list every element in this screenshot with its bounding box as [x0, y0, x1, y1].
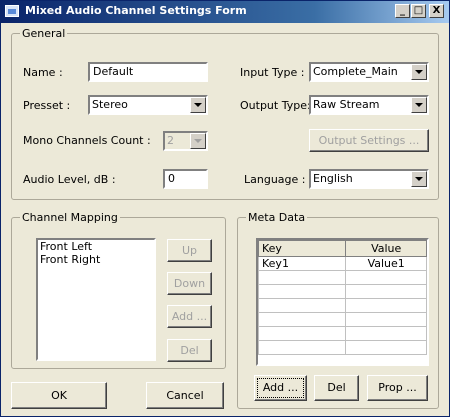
- preset-select[interactable]: Stereo: [88, 95, 208, 115]
- ok-button[interactable]: OK: [11, 382, 107, 409]
- mono-channels-label: Mono Channels Count :: [23, 134, 151, 147]
- language-select[interactable]: English: [309, 169, 429, 189]
- minimize-button[interactable]: _: [395, 4, 410, 18]
- chevron-down-icon: [190, 133, 206, 149]
- table-cell-value[interactable]: Value1: [345, 256, 427, 271]
- table-row: [258, 312, 427, 327]
- mono-channels-value: 2: [167, 134, 174, 147]
- column-header-value[interactable]: Value: [345, 240, 427, 257]
- chevron-down-icon[interactable]: [411, 97, 427, 113]
- prop-meta-button[interactable]: Prop ...: [367, 375, 428, 401]
- add-meta-button[interactable]: Add ...: [254, 375, 307, 401]
- table-row: [258, 270, 427, 285]
- list-item[interactable]: Front Left: [38, 240, 154, 253]
- table-row: [258, 340, 427, 355]
- meta-data-legend: Meta Data: [248, 211, 306, 224]
- title-bar[interactable]: Mixed Audio Channel Settings Form _ □ X: [1, 1, 449, 23]
- table-row: [258, 326, 427, 341]
- channel-list[interactable]: Front Left Front Right: [36, 238, 156, 361]
- down-button[interactable]: Down: [167, 272, 212, 295]
- audio-level-input[interactable]: 0: [163, 169, 208, 189]
- window-title: Mixed Audio Channel Settings Form: [25, 4, 247, 17]
- app-window-icon: [5, 5, 19, 17]
- table-cell-key[interactable]: Key1: [258, 256, 347, 271]
- meta-data-table[interactable]: Key Value Key1 Value1: [256, 238, 429, 366]
- table-row[interactable]: Key1 Value1: [258, 256, 427, 271]
- channel-mapping-legend: Channel Mapping: [22, 211, 118, 224]
- general-legend: General: [22, 27, 66, 40]
- name-label: Name :: [23, 66, 63, 79]
- add-channel-button[interactable]: Add ...: [167, 305, 212, 328]
- mixed-audio-settings-window: Mixed Audio Channel Settings Form _ □ X …: [0, 0, 450, 417]
- input-type-label: Input Type :: [240, 66, 305, 79]
- input-type-value: Complete_Main: [313, 65, 398, 78]
- output-type-label: Output Type:: [240, 99, 311, 112]
- name-input[interactable]: Default: [88, 62, 208, 82]
- chevron-down-icon[interactable]: [190, 97, 206, 113]
- table-row: [258, 298, 427, 313]
- list-item[interactable]: Front Right: [38, 253, 154, 266]
- close-button[interactable]: X: [429, 4, 444, 18]
- table-row: [258, 284, 427, 299]
- del-channel-button[interactable]: Del: [167, 339, 212, 362]
- preset-value: Stereo: [92, 98, 128, 111]
- audio-level-label: Audio Level, dB :: [23, 173, 116, 186]
- output-type-value: Raw Stream: [313, 98, 380, 111]
- up-button[interactable]: Up: [167, 239, 212, 262]
- language-label: Language :: [244, 173, 306, 186]
- column-header-key[interactable]: Key: [258, 240, 347, 257]
- preset-label: Presset :: [23, 99, 71, 112]
- chevron-down-icon[interactable]: [411, 171, 427, 187]
- input-type-select[interactable]: Complete_Main: [309, 62, 429, 82]
- language-value: English: [313, 172, 353, 185]
- mono-channels-select: 2: [163, 131, 208, 151]
- chevron-down-icon[interactable]: [411, 64, 427, 80]
- output-type-select[interactable]: Raw Stream: [309, 95, 429, 115]
- output-settings-button[interactable]: Output Settings ...: [309, 129, 429, 152]
- maximize-button[interactable]: □: [411, 4, 426, 18]
- del-meta-button[interactable]: Del: [314, 375, 359, 401]
- cancel-button[interactable]: Cancel: [146, 382, 224, 409]
